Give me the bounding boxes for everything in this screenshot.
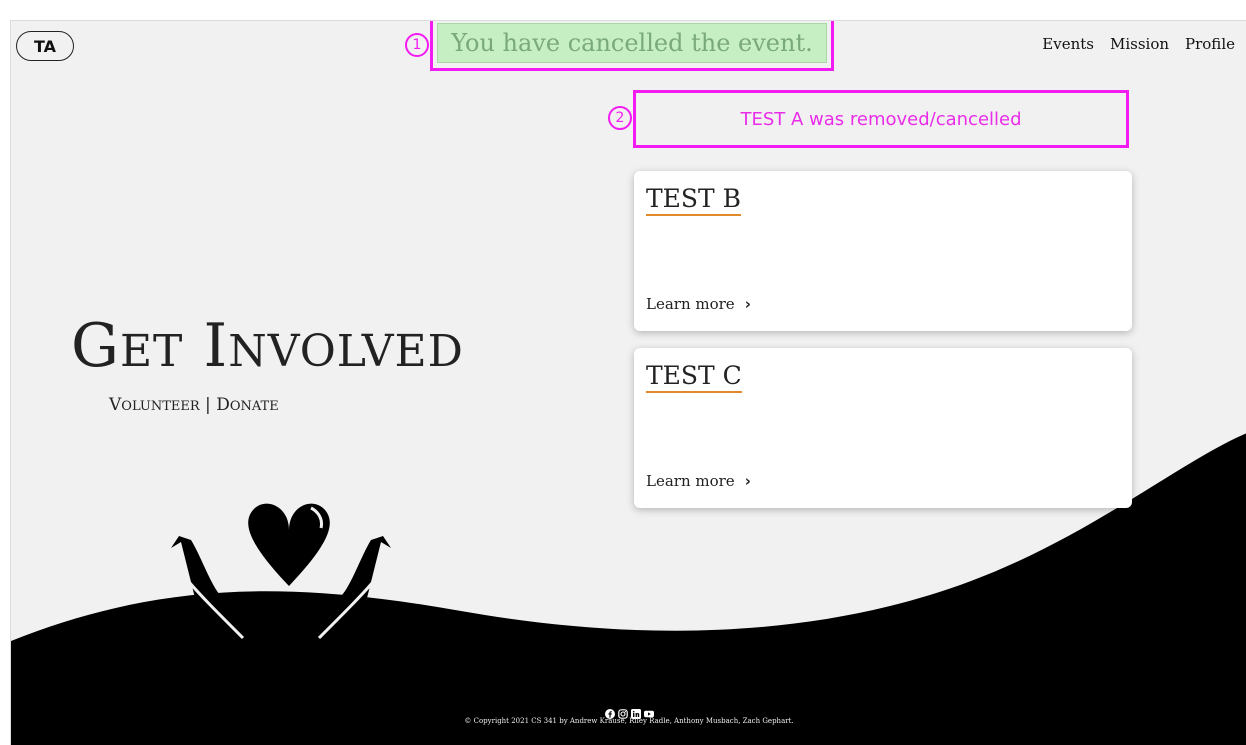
hero-subtitle: VOLUNTEER | DONATE <box>109 395 279 415</box>
chevron-right-icon: › <box>744 295 751 313</box>
logo[interactable]: TA <box>16 31 74 61</box>
event-card-title: TEST C <box>646 362 742 393</box>
top-nav: Events Mission Profile <box>1042 35 1235 53</box>
removed-notice: TEST A was removed/cancelled <box>633 90 1129 148</box>
learn-more-link[interactable]: Learn more › <box>646 472 751 490</box>
chevron-right-icon: › <box>744 472 751 490</box>
donate-letter: D <box>216 395 230 415</box>
hero-title-rest: NVOLVED <box>228 326 464 377</box>
hero-title-rest: ET <box>119 326 184 377</box>
event-card[interactable]: TEST B Learn more › <box>634 171 1132 331</box>
volunteer-rest: OLUNTEER <box>121 399 200 414</box>
facebook-icon[interactable] <box>604 704 615 719</box>
learn-more-label: Learn more <box>646 295 735 313</box>
event-card[interactable]: TEST C Learn more › <box>634 348 1132 508</box>
copyright-text: © Copyright 2021 CS 341 by Andrew Krause… <box>464 717 794 725</box>
page: TA Events Mission Profile You have cance… <box>10 20 1246 745</box>
footer: © Copyright 2021 CS 341 by Andrew Krause… <box>11 704 1246 725</box>
flash-message: You have cancelled the event. <box>437 23 827 63</box>
hero-title: GET INVOLVED <box>71 311 464 381</box>
instagram-icon[interactable] <box>617 704 628 719</box>
youtube-icon[interactable] <box>643 704 654 718</box>
event-card-title: TEST B <box>646 185 742 216</box>
hero-title-letter: I <box>203 311 229 381</box>
nav-events[interactable]: Events <box>1042 35 1094 53</box>
learn-more-link[interactable]: Learn more › <box>646 295 751 313</box>
heart-hands-icon <box>171 503 391 706</box>
linkedin-icon[interactable] <box>630 704 641 719</box>
social-links <box>11 704 1246 719</box>
annotation-marker-1: 1 <box>405 33 429 57</box>
donate-rest: ONATE <box>229 399 279 414</box>
flash-annotation-box: You have cancelled the event. <box>430 21 834 71</box>
separator: | <box>205 395 211 415</box>
nav-profile[interactable]: Profile <box>1185 35 1235 53</box>
volunteer-letter: V <box>109 395 122 415</box>
hero-title-letter: G <box>71 311 120 381</box>
nav-mission[interactable]: Mission <box>1110 35 1169 53</box>
learn-more-label: Learn more <box>646 472 735 490</box>
annotation-marker-2: 2 <box>608 106 632 130</box>
